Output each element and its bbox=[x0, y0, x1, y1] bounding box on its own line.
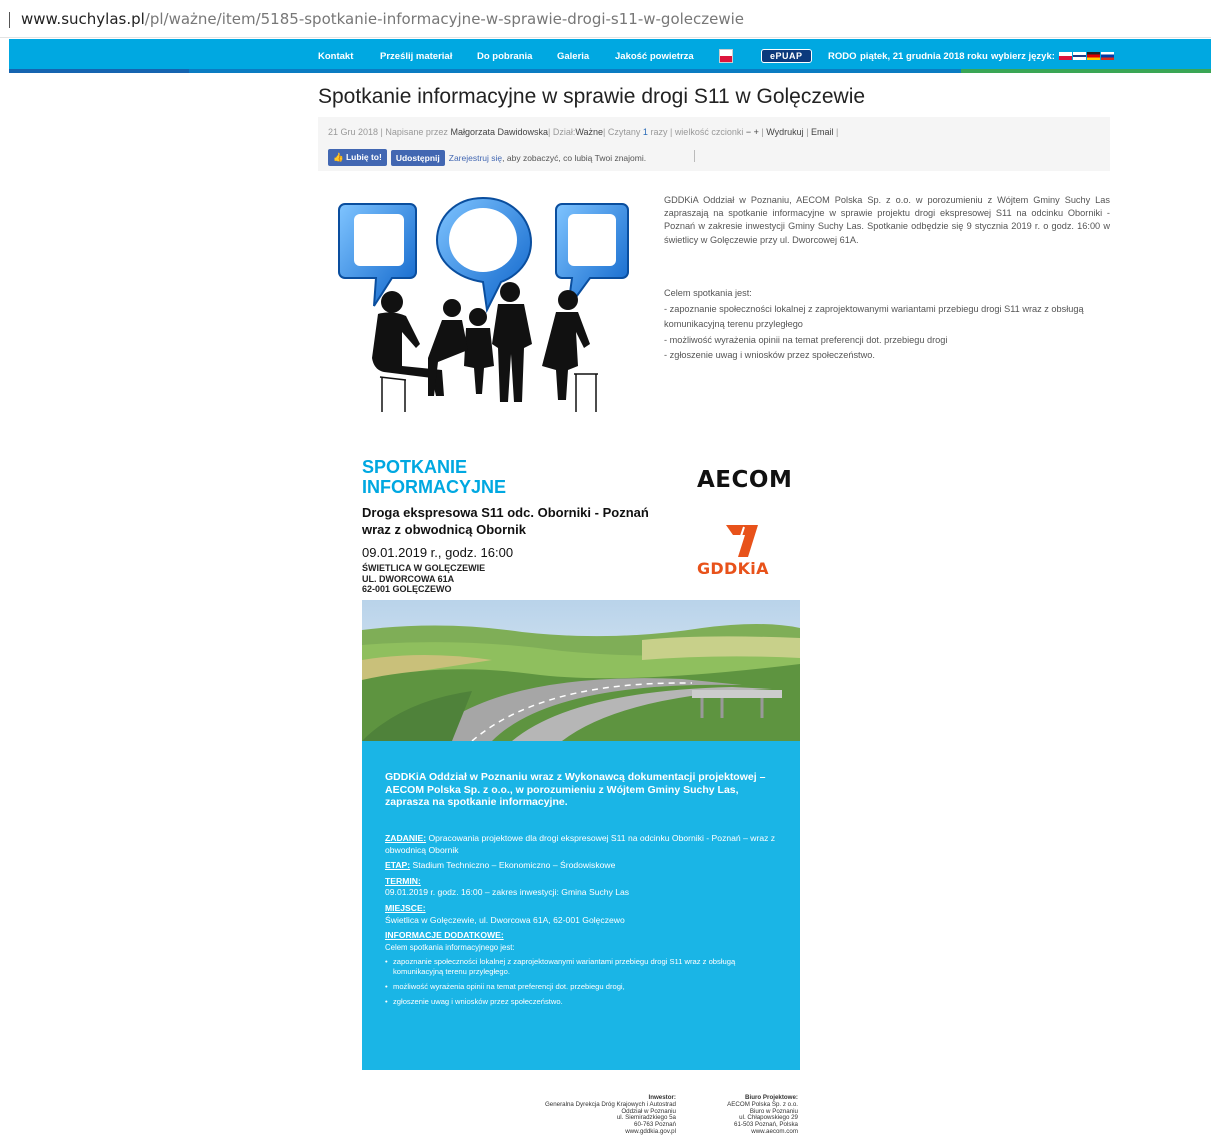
nav-link-kontakt[interactable]: Kontakt bbox=[318, 39, 353, 73]
meta-separator bbox=[694, 150, 695, 162]
flag-pl-icon[interactable] bbox=[1058, 52, 1072, 60]
poster-title-line: INFORMACYJNE bbox=[362, 477, 507, 497]
nav-link-do-pobrania[interactable]: Do pobrania bbox=[477, 39, 532, 73]
poland-flag-icon[interactable] bbox=[719, 39, 733, 73]
thumbs-up-icon: 👍 bbox=[333, 152, 346, 162]
facebook-register-link[interactable]: Zarejestruj się bbox=[449, 153, 502, 163]
goal-item: - zgłoszenie uwag i wniosków przez społe… bbox=[664, 350, 875, 360]
poster-address-line: ŚWIETLICA W GOLĘCZEWIE bbox=[362, 563, 486, 573]
facebook-like-button[interactable]: 👍 Lubię to! bbox=[328, 149, 387, 166]
flag-ru-icon[interactable] bbox=[1100, 52, 1114, 60]
article-author[interactable]: Małgorzata Dawidowska bbox=[450, 127, 548, 137]
poster-etap: ETAP: Stadium Techniczno – Ekonomiczno –… bbox=[385, 860, 785, 872]
poster-details: ZADANIE: Opracowania projektowe dla drog… bbox=[385, 833, 785, 1012]
poster-address: ŚWIETLICA W GOLĘCZEWIE UL. DWORCOWA 61A … bbox=[362, 563, 485, 595]
author-prefix: Napisane przez bbox=[385, 127, 448, 137]
goal-item: - możliwość wyrażenia opinii na temat pr… bbox=[664, 334, 948, 345]
nav-link-jakosc-powietrza[interactable]: Jakość powietrza bbox=[615, 39, 694, 73]
poster-bullets: zapoznanie społeczności lokalnej z zapro… bbox=[385, 957, 785, 1007]
font-size-label: wielkość czcionki bbox=[674, 127, 744, 137]
goal-item: - zapoznanie społeczności lokalnej z zap… bbox=[664, 303, 1084, 330]
email-link[interactable]: Email bbox=[811, 127, 834, 137]
article-date: 21 Gru 2018 bbox=[328, 127, 379, 137]
design-office-text: AECOM Polska Sp. z o.o. Biuro w Poznaniu… bbox=[727, 1100, 798, 1135]
flag-de-icon[interactable] bbox=[1086, 52, 1100, 60]
poster-subtitle-line: wraz z obwodnicą Obornik bbox=[362, 522, 526, 537]
language-selector[interactable]: wybierz język: bbox=[991, 39, 1114, 73]
text-caret bbox=[9, 12, 10, 28]
highway-photo bbox=[362, 600, 800, 741]
event-poster: SPOTKANIE INFORMACYJNE Droga ekspresowa … bbox=[362, 455, 800, 1071]
miejsce-heading: MIEJSCE: bbox=[385, 902, 426, 913]
poster-subtitle-line: Droga ekspresowa S11 odc. Oborniki - Poz… bbox=[362, 505, 649, 520]
url-domain: www.suchylas.pl bbox=[21, 10, 145, 28]
article-section-link[interactable]: Ważne bbox=[575, 127, 603, 137]
facebook-share-button[interactable]: Udostępnij bbox=[390, 149, 445, 166]
epuap-button[interactable]: ePUAP bbox=[761, 39, 812, 73]
info-heading: INFORMACJE DODATKOWE: bbox=[385, 930, 504, 941]
poster-title: SPOTKANIE INFORMACYJNE bbox=[362, 457, 506, 497]
print-link[interactable]: Wydrukuj bbox=[766, 127, 803, 137]
poster-info: INFORMACJE DODATKOWE: Celem spotkania inf… bbox=[385, 930, 785, 953]
font-increase-button[interactable]: + bbox=[754, 127, 759, 137]
poster-address-line: 62-001 GOLĘCZEWO bbox=[362, 584, 452, 594]
investor-text: Generalna Dyrekcja Dróg Krajowych i Auto… bbox=[544, 1100, 676, 1135]
etap-text: Stadium Techniczno – Ekonomiczno – Środo… bbox=[410, 860, 616, 871]
flag-en-icon[interactable] bbox=[1072, 52, 1086, 60]
article-title: Spotkanie informacyjne w sprawie drogi S… bbox=[318, 85, 866, 108]
top-navigation: Kontakt Prześlij materiał Do pobrania Ga… bbox=[9, 39, 1211, 73]
zadanie-text: Opracowania projektowe dla drogi ekspres… bbox=[385, 833, 776, 855]
gddkia-logo-text: GDDKiA bbox=[697, 559, 769, 578]
poster-bullet-item: możliwość wyrażenia opinii na temat pref… bbox=[385, 982, 785, 992]
poster-address-line: UL. DWORCOWA 61A bbox=[362, 573, 455, 584]
poster-bullet-item: zapoznanie społeczności lokalnej z zapro… bbox=[385, 957, 785, 977]
miejsce-text: Świetlica w Golęczewie, ul. Dworcowa 61A… bbox=[385, 914, 625, 925]
termin-text: 09.01.2019 r. godz. 16:00 – zakres inwes… bbox=[385, 887, 630, 898]
address-bar[interactable]: www.suchylas.pl/pl/ważne/item/5185-spotk… bbox=[0, 0, 1211, 38]
poster-termin: TERMIN: 09.01.2019 r. godz. 16:00 – zakre… bbox=[385, 876, 785, 899]
read-suffix: razy bbox=[650, 127, 668, 137]
poster-zadanie: ZADANIE: Opracowania projektowe dla drog… bbox=[385, 833, 785, 856]
speech-bubble-icon bbox=[338, 203, 417, 307]
poster-title-line: SPOTKANIE bbox=[362, 457, 468, 477]
poster-miejsce: MIEJSCE: Świetlica w Golęczewie, ul. Dwor… bbox=[385, 903, 785, 926]
poster-lead: GDDKiA Oddział w Poznaniu wraz z Wykonaw… bbox=[385, 771, 766, 808]
language-label: wybierz język: bbox=[991, 50, 1055, 62]
zadanie-heading: ZADANIE: bbox=[385, 833, 427, 843]
article-goals: Celem spotkania jest: - zapoznanie społe… bbox=[664, 286, 1114, 364]
url-text[interactable]: www.suchylas.pl/pl/ważne/item/5185-spotk… bbox=[21, 10, 744, 28]
article-meta: 21 Gru 2018 | Napisane przez Małgorzata … bbox=[318, 117, 1110, 171]
current-date: piątek, 21 grudnia 2018 roku bbox=[860, 50, 988, 62]
nav-link-rodo[interactable]: RODO bbox=[828, 39, 857, 73]
poster-investor: Inwestor: Generalna Dyrekcja Dróg Krajow… bbox=[500, 1094, 676, 1136]
poster-bullet-item: zgłoszenie uwag i wniosków przez społecz… bbox=[385, 997, 785, 1007]
meeting-illustration bbox=[338, 196, 629, 412]
section-prefix: Dział: bbox=[552, 127, 576, 137]
termin-heading: TERMIN: bbox=[385, 875, 421, 886]
facebook-register-text: , aby zobaczyć, co lubią Twoi znajomi. bbox=[502, 152, 647, 163]
poster-info-box: GDDKiA Oddział w Poznaniu wraz z Wykonaw… bbox=[362, 741, 800, 1070]
epuap-label: ePUAP bbox=[761, 49, 812, 63]
article-intro: GDDKiA Oddział w Poznaniu, AECOM Polska … bbox=[664, 195, 1110, 245]
url-path: /pl/ważne/item/5185-spotkanie-informacyj… bbox=[144, 10, 745, 28]
goals-title: Celem spotkania jest: bbox=[664, 288, 752, 298]
poster-design-office: Biuro Projektowe: AECOM Polska Sp. z o.o… bbox=[690, 1094, 798, 1136]
read-count: 1 bbox=[642, 127, 648, 137]
like-label: Lubię to! bbox=[345, 152, 382, 162]
font-decrease-button[interactable]: − bbox=[746, 127, 751, 137]
poster-subtitle: Droga ekspresowa S11 odc. Oborniki - Poz… bbox=[362, 504, 649, 538]
poster-date: 09.01.2019 r., godz. 16:00 bbox=[362, 545, 514, 560]
info-text: Celem spotkania informacyjnego jest: bbox=[385, 942, 515, 952]
gddkia-logo-icon bbox=[726, 525, 758, 557]
read-prefix: Czytany bbox=[607, 127, 641, 137]
nav-accent-blue bbox=[9, 69, 189, 73]
nav-link-galeria[interactable]: Galeria bbox=[557, 39, 589, 73]
nav-link-przeslij[interactable]: Prześlij materiał bbox=[380, 39, 452, 73]
aecom-logo: AECOM bbox=[697, 467, 793, 493]
etap-heading: ETAP: bbox=[385, 860, 411, 871]
